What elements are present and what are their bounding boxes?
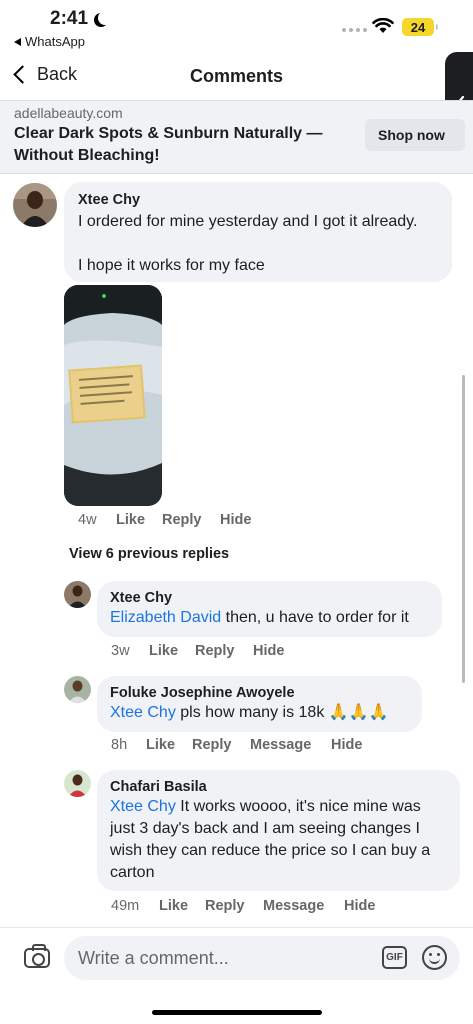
reply-text: Elizabeth David then, u have to order fo…	[110, 609, 409, 626]
hide-button[interactable]: Hide	[220, 512, 251, 528]
back-triangle-icon	[14, 37, 21, 46]
reply-text: Xtee Chy pls how many is 18k 🙏🙏🙏	[110, 704, 389, 721]
message-button[interactable]: Message	[250, 737, 331, 753]
page-title: Comments	[189, 66, 283, 86]
hide-button[interactable]: Hide	[331, 737, 362, 753]
status-bar: 2:41 WhatsApp 24	[0, 0, 473, 52]
message-button[interactable]: Message	[263, 898, 344, 914]
reply-actions: 49m Like Reply Message Hide	[111, 898, 375, 914]
comment-input[interactable]: Write a comment... GIF	[64, 936, 460, 980]
wifi-icon	[372, 18, 394, 33]
comment-actions: 4w Like Reply Hide	[78, 512, 251, 528]
battery-indicator: 24	[402, 18, 438, 36]
comment-author[interactable]: Xtee Chy	[78, 192, 438, 208]
comment-bubble[interactable]: Xtee Chy I ordered for mine yesterday an…	[64, 182, 452, 282]
comment-photo[interactable]	[64, 285, 162, 506]
avatar[interactable]	[13, 183, 57, 227]
emoji-icon[interactable]	[422, 945, 447, 970]
reply-button[interactable]: Reply	[205, 898, 263, 914]
like-button[interactable]: Like	[116, 512, 162, 528]
reply-button[interactable]: Reply	[195, 643, 253, 659]
like-button[interactable]: Like	[146, 737, 192, 753]
reply-author[interactable]: Xtee Chy	[110, 590, 429, 606]
mention-link[interactable]: Xtee Chy	[110, 798, 176, 815]
comment-time: 4w	[78, 512, 97, 528]
reply-bubble[interactable]: Chafari Basila Xtee Chy It works woooo, …	[97, 770, 460, 891]
comment-text-line: I ordered for mine yesterday and I got i…	[78, 213, 418, 230]
reply-text: Xtee Chy It works woooo, it's nice mine …	[110, 798, 431, 881]
reply-author[interactable]: Chafari Basila	[110, 779, 447, 795]
hide-button[interactable]: Hide	[344, 898, 375, 914]
avatar[interactable]	[64, 581, 91, 608]
like-button[interactable]: Like	[159, 898, 205, 914]
reply-time: 8h	[111, 737, 128, 753]
gif-icon[interactable]: GIF	[382, 946, 407, 969]
home-indicator[interactable]	[152, 1010, 322, 1015]
moon-icon	[98, 11, 112, 25]
shop-now-button[interactable]: Shop now	[365, 119, 465, 151]
reply-time: 49m	[111, 898, 140, 914]
back-to-app-link[interactable]: WhatsApp	[14, 34, 85, 49]
status-time: 2:41	[50, 8, 106, 30]
camera-icon[interactable]	[24, 944, 50, 968]
mention-link[interactable]: Elizabeth David	[110, 609, 221, 626]
reply-author[interactable]: Foluke Josephine Awoyele	[110, 685, 409, 701]
ad-headline: Clear Dark Spots & Sunburn Naturally — W…	[14, 125, 323, 164]
reply-button[interactable]: Reply	[192, 737, 250, 753]
reply-bubble[interactable]: Xtee Chy Elizabeth David then, u have to…	[97, 581, 442, 637]
comment-text-line: I hope it works for my face	[78, 257, 265, 274]
signal-icon	[342, 28, 367, 32]
reply-time: 3w	[111, 643, 130, 659]
sponsored-banner[interactable]: adellabeauty.com Clear Dark Spots & Sunb…	[0, 100, 473, 174]
reply-actions: 8h Like Reply Message Hide	[111, 737, 362, 753]
scrollbar[interactable]	[462, 375, 465, 683]
like-button[interactable]: Like	[149, 643, 195, 659]
reply-actions: 3w Like Reply Hide	[111, 643, 284, 659]
avatar[interactable]	[64, 676, 91, 703]
avatar[interactable]	[64, 770, 91, 797]
ad-domain: adellabeauty.com	[14, 105, 123, 121]
view-previous-replies-link[interactable]: View 6 previous replies	[69, 546, 229, 562]
reply-button[interactable]: Reply	[162, 512, 220, 528]
nav-bar: Back Comments	[0, 52, 473, 100]
reply-bubble[interactable]: Foluke Josephine Awoyele Xtee Chy pls ho…	[97, 676, 422, 732]
mention-link[interactable]: Xtee Chy	[110, 704, 176, 721]
hide-button[interactable]: Hide	[253, 643, 284, 659]
